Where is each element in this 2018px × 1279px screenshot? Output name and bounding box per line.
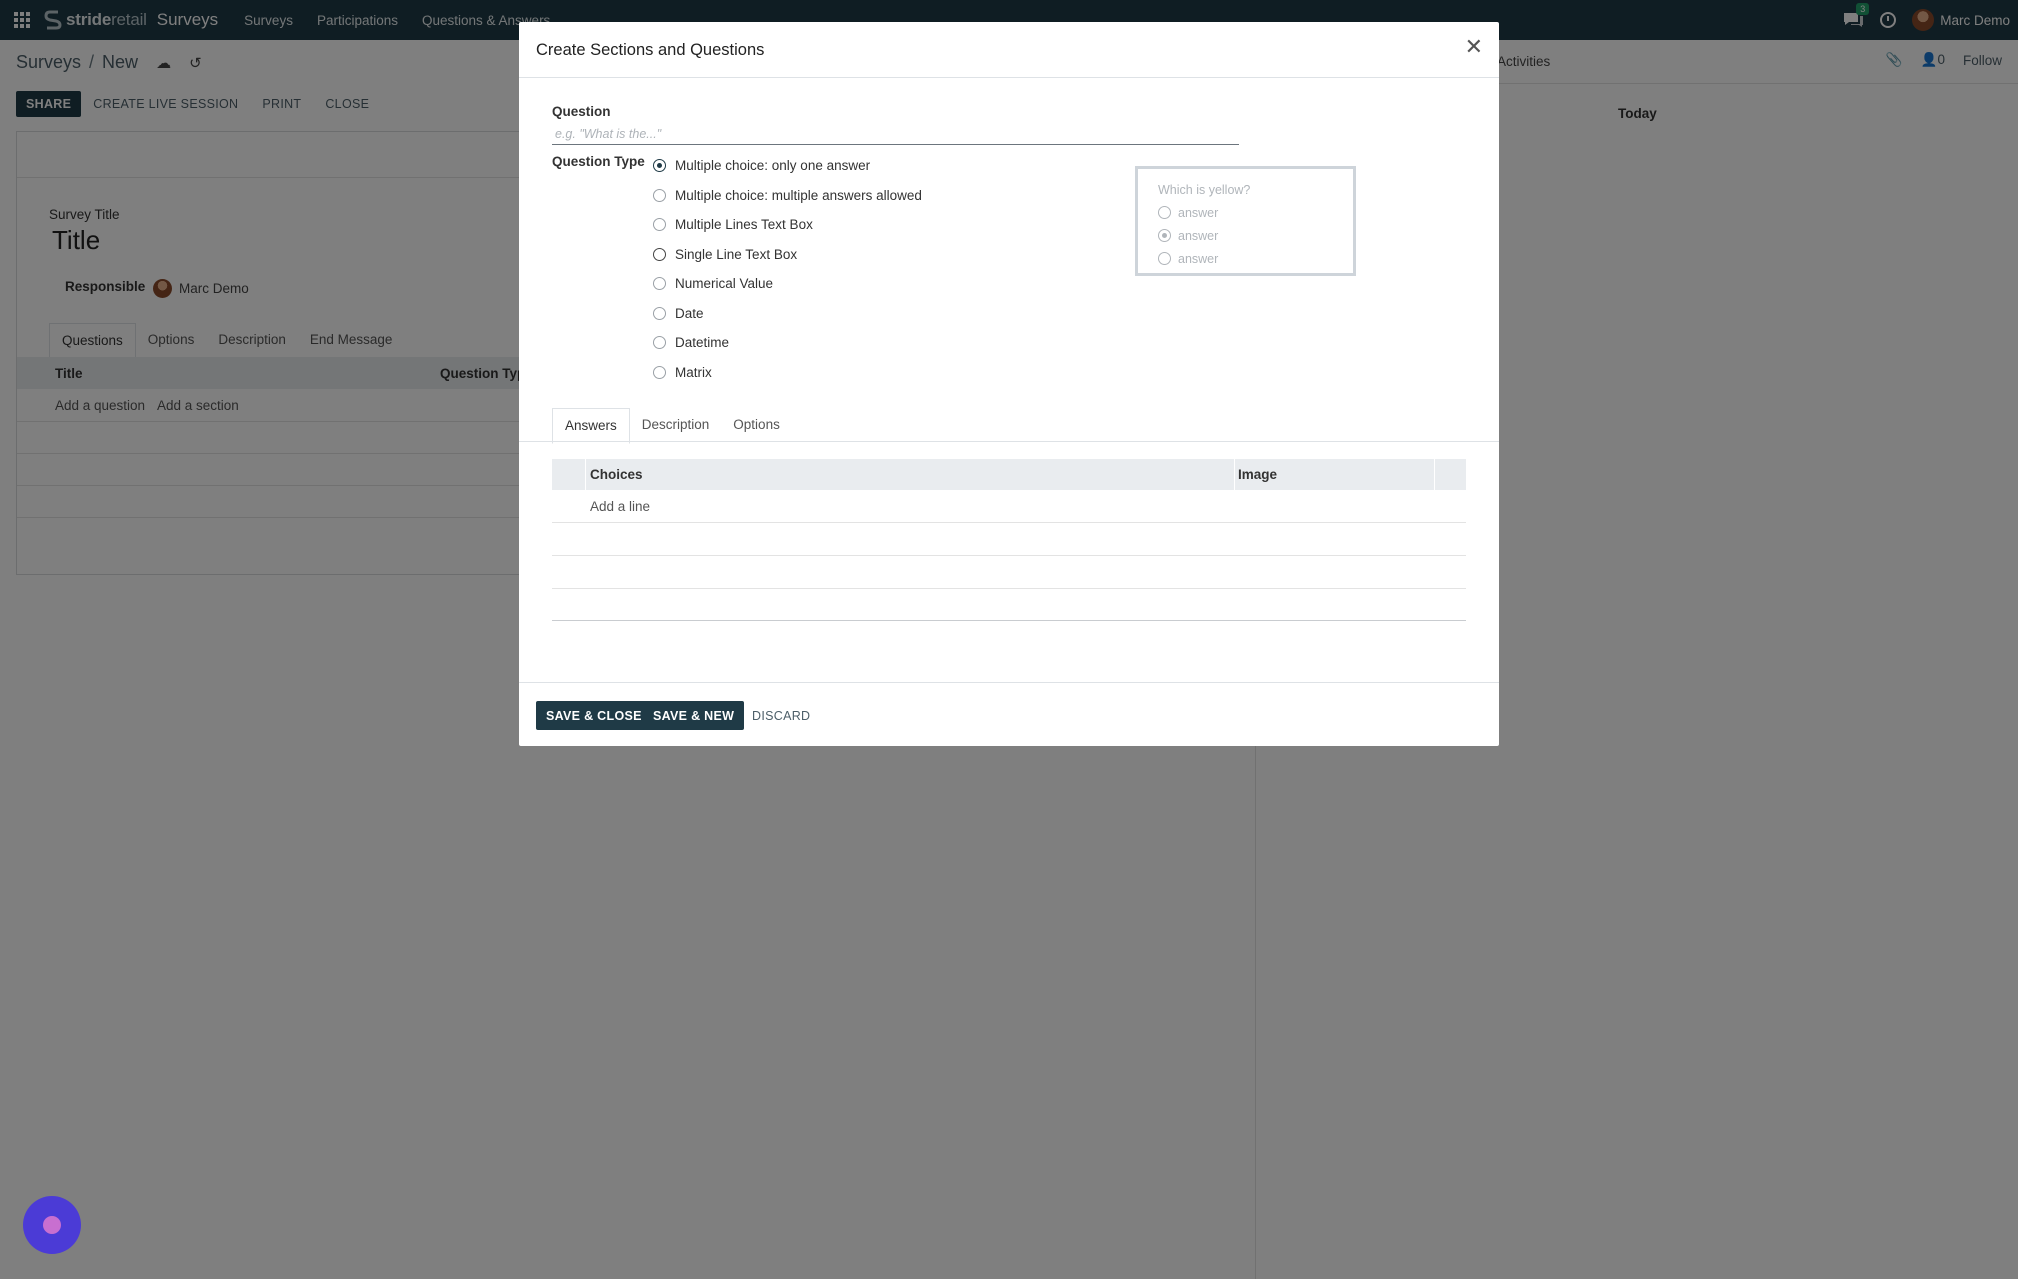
preview-option: answer — [1158, 247, 1333, 270]
column-separator — [1234, 459, 1235, 490]
radio-icon[interactable] — [653, 247, 666, 261]
radio-icon[interactable] — [653, 218, 666, 232]
radio-option-single-line-text[interactable]: Single Line Text Box — [653, 240, 922, 270]
preview-option-label: answer — [1178, 251, 1219, 266]
preview-radio-icon — [1158, 206, 1171, 219]
question-type-label: Question Type — [552, 154, 645, 169]
radio-option-datetime[interactable]: Datetime — [653, 328, 922, 358]
column-separator — [1434, 459, 1435, 490]
preview-radio-icon — [1158, 252, 1171, 265]
column-image[interactable]: Image — [1238, 467, 1277, 482]
preview-option-label: answer — [1178, 228, 1219, 243]
dialog-header: Create Sections and Questions ✕ — [519, 22, 1499, 78]
radio-icon[interactable] — [653, 306, 666, 320]
table-row — [552, 588, 1466, 589]
preview-option-label: answer — [1178, 205, 1219, 220]
preview-question: Which is yellow? — [1158, 183, 1251, 197]
column-handle — [552, 459, 586, 490]
radio-option-multiline-text[interactable]: Multiple Lines Text Box — [653, 210, 922, 240]
radio-option-numerical[interactable]: Numerical Value — [653, 269, 922, 299]
question-type-radio-group: Multiple choice: only one answer Multipl… — [653, 151, 922, 387]
preview-option: answer — [1158, 201, 1333, 224]
table-row — [552, 555, 1466, 556]
radio-label: Matrix — [675, 364, 712, 380]
save-close-button[interactable]: SAVE & CLOSE — [536, 701, 652, 730]
preview-radio-icon — [1158, 229, 1171, 242]
column-choices[interactable]: Choices — [590, 467, 643, 482]
question-input[interactable] — [552, 123, 1239, 145]
discard-button[interactable]: DISCARD — [742, 701, 820, 730]
table-row — [552, 620, 1466, 621]
create-question-dialog: Create Sections and Questions ✕ Question… — [519, 22, 1499, 746]
close-icon[interactable]: ✕ — [1465, 36, 1483, 58]
dialog-title: Create Sections and Questions — [536, 41, 765, 59]
preview-option: answer — [1158, 224, 1333, 247]
radio-icon[interactable] — [653, 336, 666, 350]
radio-option-date[interactable]: Date — [653, 299, 922, 329]
table-row — [552, 522, 1466, 523]
save-new-button[interactable]: SAVE & NEW — [643, 701, 745, 730]
radio-label: Numerical Value — [675, 276, 774, 292]
radio-icon[interactable] — [653, 188, 666, 202]
radio-label: Multiple Lines Text Box — [675, 217, 813, 233]
tab-options[interactable]: Options — [721, 408, 792, 444]
dialog-tabs: Answers Description Options — [552, 408, 792, 444]
radio-label: Single Line Text Box — [675, 246, 798, 262]
radio-option-matrix[interactable]: Matrix — [653, 358, 922, 388]
radio-option-multiple-choice[interactable]: Multiple choice: multiple answers allowe… — [653, 181, 922, 211]
tab-description[interactable]: Description — [630, 408, 722, 444]
radio-icon[interactable] — [653, 277, 666, 291]
radio-label: Multiple choice: only one answer — [675, 158, 871, 174]
radio-option-single-choice[interactable]: Multiple choice: only one answer — [653, 151, 922, 181]
radio-icon[interactable] — [653, 159, 666, 173]
radio-icon[interactable] — [653, 365, 666, 379]
help-chat-bubble[interactable] — [23, 1196, 81, 1254]
question-type-preview: Which is yellow? answer answer answer — [1135, 166, 1356, 276]
answers-table-header: Choices Image — [552, 459, 1466, 490]
radio-label: Multiple choice: multiple answers allowe… — [675, 187, 922, 203]
tab-answers[interactable]: Answers — [552, 408, 630, 444]
question-label: Question — [552, 104, 611, 119]
add-line-link[interactable]: Add a line — [590, 499, 650, 514]
radio-label: Date — [675, 305, 704, 321]
radio-label: Datetime — [675, 335, 730, 351]
